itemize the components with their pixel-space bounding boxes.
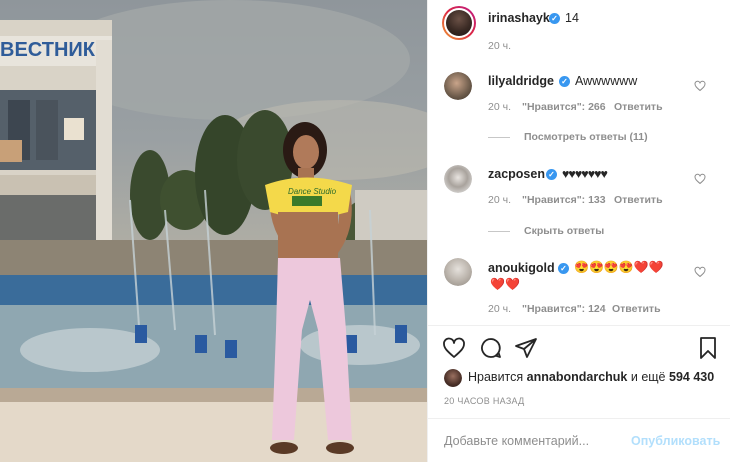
- comment-text-continued: ❤️❤️: [490, 277, 520, 291]
- bookmark-icon[interactable]: [696, 336, 720, 360]
- likes-connector: и ещё: [630, 370, 666, 384]
- verified-badge-icon: ✓: [558, 263, 569, 274]
- likes-count[interactable]: 594 430: [669, 370, 714, 384]
- commenter-avatar[interactable]: [444, 72, 472, 100]
- comment-likes-count[interactable]: "Нравится": 266: [522, 101, 606, 113]
- comment-username[interactable]: zacposen: [488, 167, 545, 181]
- commenter-avatar[interactable]: [444, 165, 472, 193]
- hide-replies-button[interactable]: Скрыть ответы: [524, 225, 604, 237]
- comment-time: 20 ч.: [488, 194, 511, 206]
- actions-divider-top: [428, 325, 730, 326]
- comment-bubble-icon[interactable]: [479, 336, 503, 360]
- post-detail-panel: irinashayk ✓ 14 20 ч. lilyaldridge ✓ Aww…: [427, 0, 730, 462]
- add-comment-input[interactable]: [444, 434, 634, 448]
- verified-badge-icon: ✓: [546, 169, 557, 180]
- photo-illustration: ВЕСТНИК Dance Studio: [0, 0, 427, 462]
- publish-comment-button[interactable]: Опубликовать: [631, 434, 720, 448]
- post-photo: ВЕСТНИК Dance Studio: [0, 0, 427, 462]
- comment-likes-count[interactable]: "Нравится": 133: [522, 194, 606, 206]
- commenter-avatar[interactable]: [444, 258, 472, 286]
- like-heart-icon[interactable]: [442, 336, 466, 360]
- author-username[interactable]: irinashayk: [488, 11, 550, 25]
- comment-username[interactable]: anoukigold: [488, 261, 555, 275]
- shirt-text: Dance Studio: [288, 187, 337, 196]
- view-replies-button[interactable]: Посмотреть ответы (11): [524, 131, 648, 143]
- comment-likes-count[interactable]: "Нравится": 124: [522, 303, 606, 315]
- verified-badge-icon: ✓: [559, 76, 570, 87]
- comment-reply-button[interactable]: Ответить: [614, 194, 663, 206]
- building-sign-text: ВЕСТНИК: [0, 39, 96, 61]
- likes-summary: Нравится annabondarchuk и ещё 594 430: [468, 370, 714, 384]
- likes-prefix: Нравится: [468, 370, 524, 384]
- comment-text: 😍😍😍😍❤️❤️: [574, 260, 664, 274]
- post-timestamp: 20 ЧАСОВ НАЗАД: [444, 396, 525, 406]
- author-avatar[interactable]: [442, 6, 476, 40]
- verified-badge-icon: ✓: [549, 13, 560, 24]
- comment-like-heart-icon[interactable]: [694, 80, 706, 92]
- comment-text: Awwwwww: [575, 74, 638, 88]
- liker-avatar[interactable]: [444, 369, 462, 387]
- paper-plane-icon[interactable]: [514, 336, 538, 360]
- replies-divider: [488, 231, 510, 232]
- post-time: 20 ч.: [488, 40, 511, 52]
- comment-text: ♥♥♥♥♥♥♥: [562, 167, 608, 181]
- comment-username[interactable]: lilyaldridge: [488, 74, 554, 88]
- comment-box-divider: [428, 418, 730, 419]
- liker-username[interactable]: annabondarchuk: [527, 370, 628, 384]
- comment-like-heart-icon[interactable]: [694, 266, 706, 278]
- comment-time: 20 ч.: [488, 303, 511, 315]
- comment-time: 20 ч.: [488, 101, 511, 113]
- comment-reply-button[interactable]: Ответить: [612, 303, 661, 315]
- replies-divider: [488, 137, 510, 138]
- comment-reply-button[interactable]: Ответить: [614, 101, 663, 113]
- comment-like-heart-icon[interactable]: [694, 173, 706, 185]
- author-caption: 14: [565, 11, 579, 25]
